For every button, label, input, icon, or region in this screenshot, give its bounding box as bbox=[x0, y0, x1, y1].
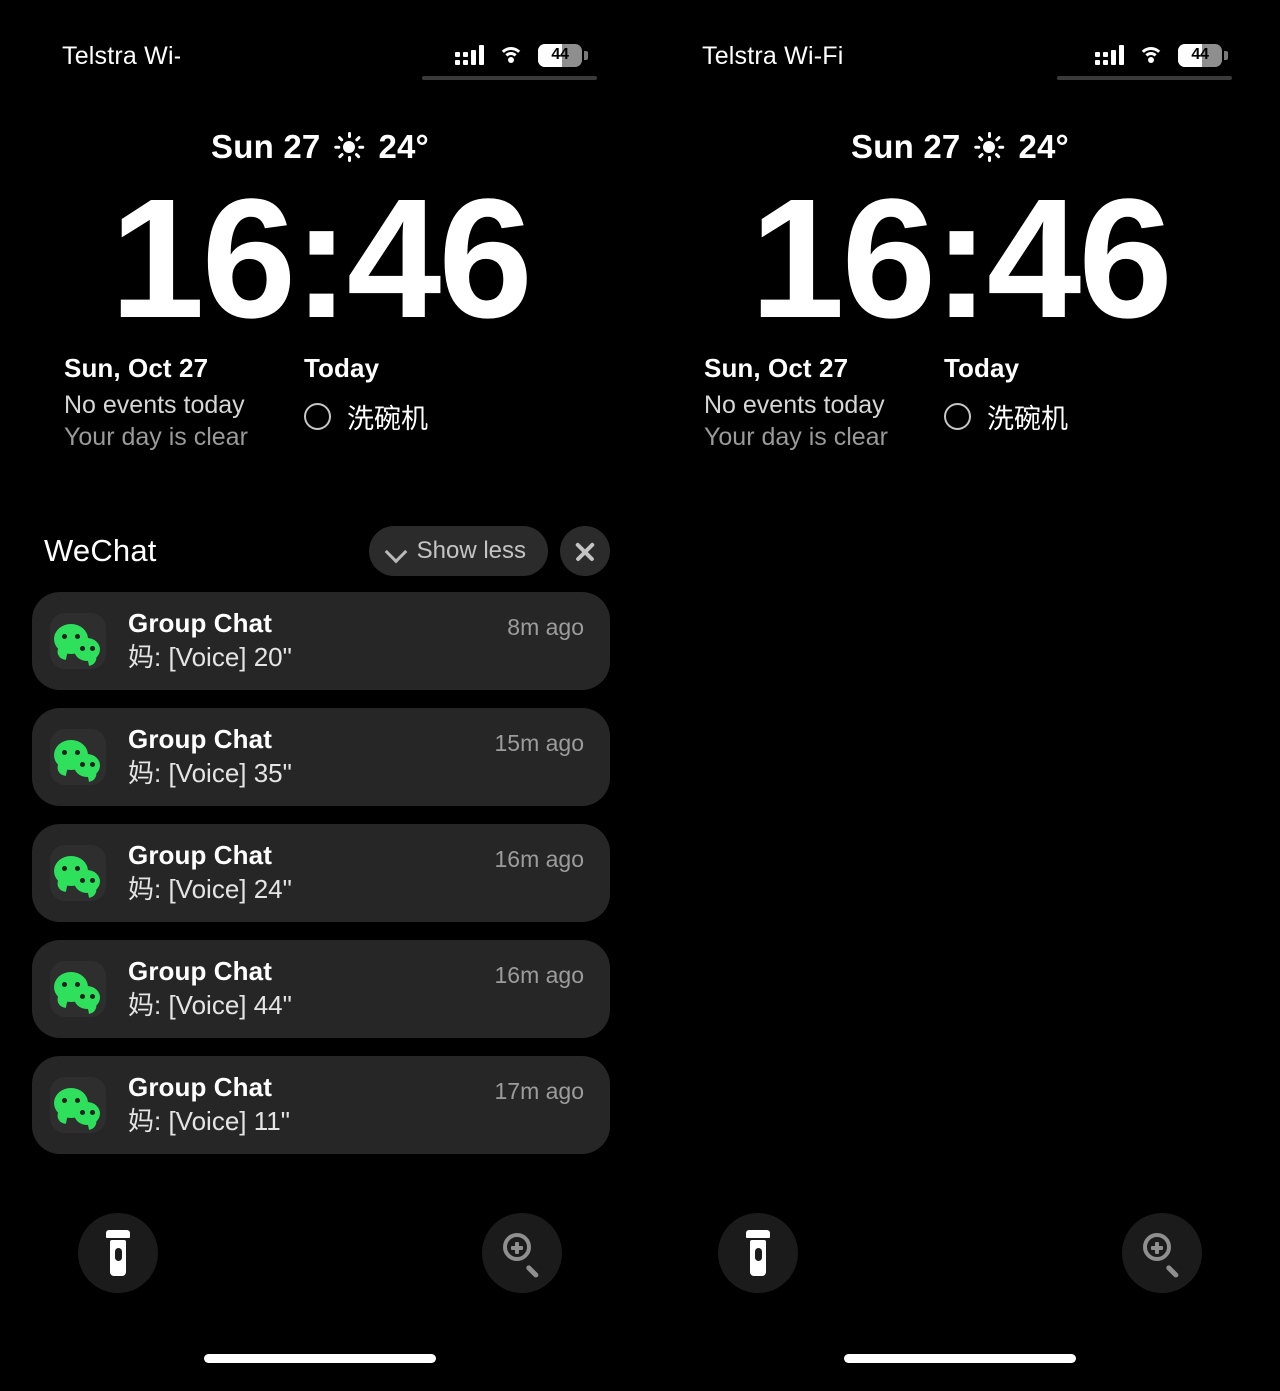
date-weather-row: Sun 27 24° bbox=[0, 128, 640, 166]
calendar-widget[interactable]: Sun, Oct 27 No events today Your day is … bbox=[0, 352, 285, 454]
reminder-item-label: 洗碗机 bbox=[347, 403, 428, 434]
flashlight-icon bbox=[106, 1230, 130, 1276]
notification-timestamp: 16m ago bbox=[494, 962, 584, 988]
reminder-item-label: 洗碗机 bbox=[987, 403, 1068, 434]
status-bar-right: Telstra Wi-Fi 44 bbox=[640, 0, 1280, 96]
date-weather-row: Sun 27 24° bbox=[640, 128, 1280, 166]
widget-row: Sun, Oct 27 No events today Your day is … bbox=[0, 352, 640, 454]
dual-screenshot-stage: Telstra Wi-Fi 44 bbox=[0, 0, 1280, 1391]
status-icons: 44 bbox=[455, 42, 588, 68]
bottom-controls-right bbox=[640, 1213, 1280, 1299]
temperature-label: 24° bbox=[378, 128, 429, 165]
reminders-widget-title: Today bbox=[304, 353, 380, 383]
battery-level: 44 bbox=[1191, 46, 1209, 63]
wifi-icon bbox=[498, 45, 524, 65]
reminder-item[interactable]: 洗碗机 bbox=[944, 397, 1225, 436]
show-less-label: Show less bbox=[416, 537, 526, 564]
magnifier-plus-icon bbox=[1141, 1232, 1183, 1278]
status-bar-left: Telstra Wi-Fi 44 bbox=[0, 0, 640, 96]
temperature-label: 24° bbox=[1018, 128, 1069, 165]
notification-row[interactable]: Group Chat 妈: [Voice] 44" 16m ago bbox=[32, 940, 610, 1038]
calendar-widget-line1: No events today bbox=[704, 390, 885, 419]
wechat-icon bbox=[50, 961, 106, 1017]
calendar-widget-line2: Your day is clear bbox=[704, 423, 888, 452]
notification-group-header: WeChat Show less bbox=[0, 522, 640, 580]
calendar-widget-title: Sun, Oct 27 bbox=[704, 353, 849, 383]
notification-body: 妈: [Voice] 35" bbox=[128, 758, 292, 789]
wechat-icon bbox=[50, 845, 106, 901]
notification-body: 妈: [Voice] 44" bbox=[128, 990, 292, 1021]
wechat-icon bbox=[50, 1077, 106, 1133]
dynamic-island-edge bbox=[1057, 76, 1232, 80]
magnifier-plus-icon bbox=[501, 1232, 543, 1278]
notification-body: 妈: [Voice] 11" bbox=[128, 1106, 290, 1137]
sun-icon bbox=[974, 132, 1004, 162]
carrier-label: Telstra Wi-Fi bbox=[702, 42, 844, 70]
cellular-signal-icon bbox=[1095, 45, 1124, 65]
notification-row[interactable]: Group Chat 妈: [Voice] 20" 8m ago bbox=[32, 592, 610, 690]
cellular-signal-icon bbox=[455, 45, 484, 65]
chevron-down-icon bbox=[385, 540, 407, 562]
flashlight-button[interactable] bbox=[718, 1213, 798, 1293]
notification-body: 妈: [Voice] 20" bbox=[128, 642, 292, 673]
camera-button[interactable] bbox=[482, 1213, 562, 1293]
battery-level: 44 bbox=[551, 46, 569, 63]
notification-row[interactable]: Group Chat 妈: [Voice] 11" 17m ago bbox=[32, 1056, 610, 1154]
lock-screen-clock: 16:46 bbox=[110, 164, 533, 354]
notification-timestamp: 16m ago bbox=[494, 846, 584, 872]
notification-timestamp: 8m ago bbox=[507, 614, 584, 640]
notification-timestamp: 17m ago bbox=[494, 1078, 584, 1104]
calendar-widget-line2: Your day is clear bbox=[64, 423, 248, 452]
day-date-label: Sun 27 bbox=[851, 128, 961, 165]
wifi-icon bbox=[1138, 45, 1164, 65]
notification-row[interactable]: Group Chat 妈: [Voice] 35" 15m ago bbox=[32, 708, 610, 806]
notification-row[interactable]: Group Chat 妈: [Voice] 24" 16m ago bbox=[32, 824, 610, 922]
reminders-widget-title: Today bbox=[944, 353, 1020, 383]
lock-screen-left: Telstra Wi-Fi 44 bbox=[0, 0, 640, 1391]
reminder-item[interactable]: 洗碗机 bbox=[304, 397, 585, 436]
calendar-widget[interactable]: Sun, Oct 27 No events today Your day is … bbox=[640, 352, 925, 454]
widget-row: Sun, Oct 27 No events today Your day is … bbox=[640, 352, 1280, 454]
show-less-button[interactable]: Show less bbox=[368, 526, 548, 576]
flashlight-button[interactable] bbox=[78, 1213, 158, 1293]
wechat-icon bbox=[50, 613, 106, 669]
notification-list: Group Chat 妈: [Voice] 20" 8m ago Group Chat… bbox=[32, 592, 610, 1172]
close-icon[interactable] bbox=[560, 526, 610, 576]
battery-icon: 44 bbox=[538, 43, 588, 67]
home-indicator[interactable] bbox=[204, 1354, 436, 1363]
circle-checkbox-icon[interactable] bbox=[304, 402, 331, 430]
battery-icon: 44 bbox=[1178, 43, 1228, 67]
notification-body: 妈: [Voice] 24" bbox=[128, 874, 292, 905]
home-indicator[interactable] bbox=[844, 1354, 1076, 1363]
camera-button[interactable] bbox=[1122, 1213, 1202, 1293]
flashlight-icon bbox=[746, 1230, 770, 1276]
reminders-widget[interactable]: Today 洗碗机 bbox=[285, 352, 585, 454]
circle-checkbox-icon[interactable] bbox=[944, 402, 971, 430]
sun-icon bbox=[334, 132, 364, 162]
calendar-widget-title: Sun, Oct 27 bbox=[64, 353, 209, 383]
notification-timestamp: 15m ago bbox=[494, 730, 584, 756]
wechat-icon bbox=[50, 729, 106, 785]
carrier-label: Telstra Wi-Fi bbox=[62, 42, 180, 70]
status-icons: 44 bbox=[1095, 42, 1228, 68]
reminders-widget[interactable]: Today 洗碗机 bbox=[925, 352, 1225, 454]
notification-group-app-name: WeChat bbox=[44, 533, 157, 568]
lock-screen-clock: 16:46 bbox=[750, 164, 1173, 354]
day-date-label: Sun 27 bbox=[211, 128, 321, 165]
bottom-controls-left bbox=[0, 1213, 640, 1299]
calendar-widget-line1: No events today bbox=[64, 390, 245, 419]
lock-screen-right: Telstra Wi-Fi 44 Sun 27 24° 16:46 Sun, O… bbox=[640, 0, 1280, 1391]
dynamic-island-edge bbox=[422, 76, 597, 80]
